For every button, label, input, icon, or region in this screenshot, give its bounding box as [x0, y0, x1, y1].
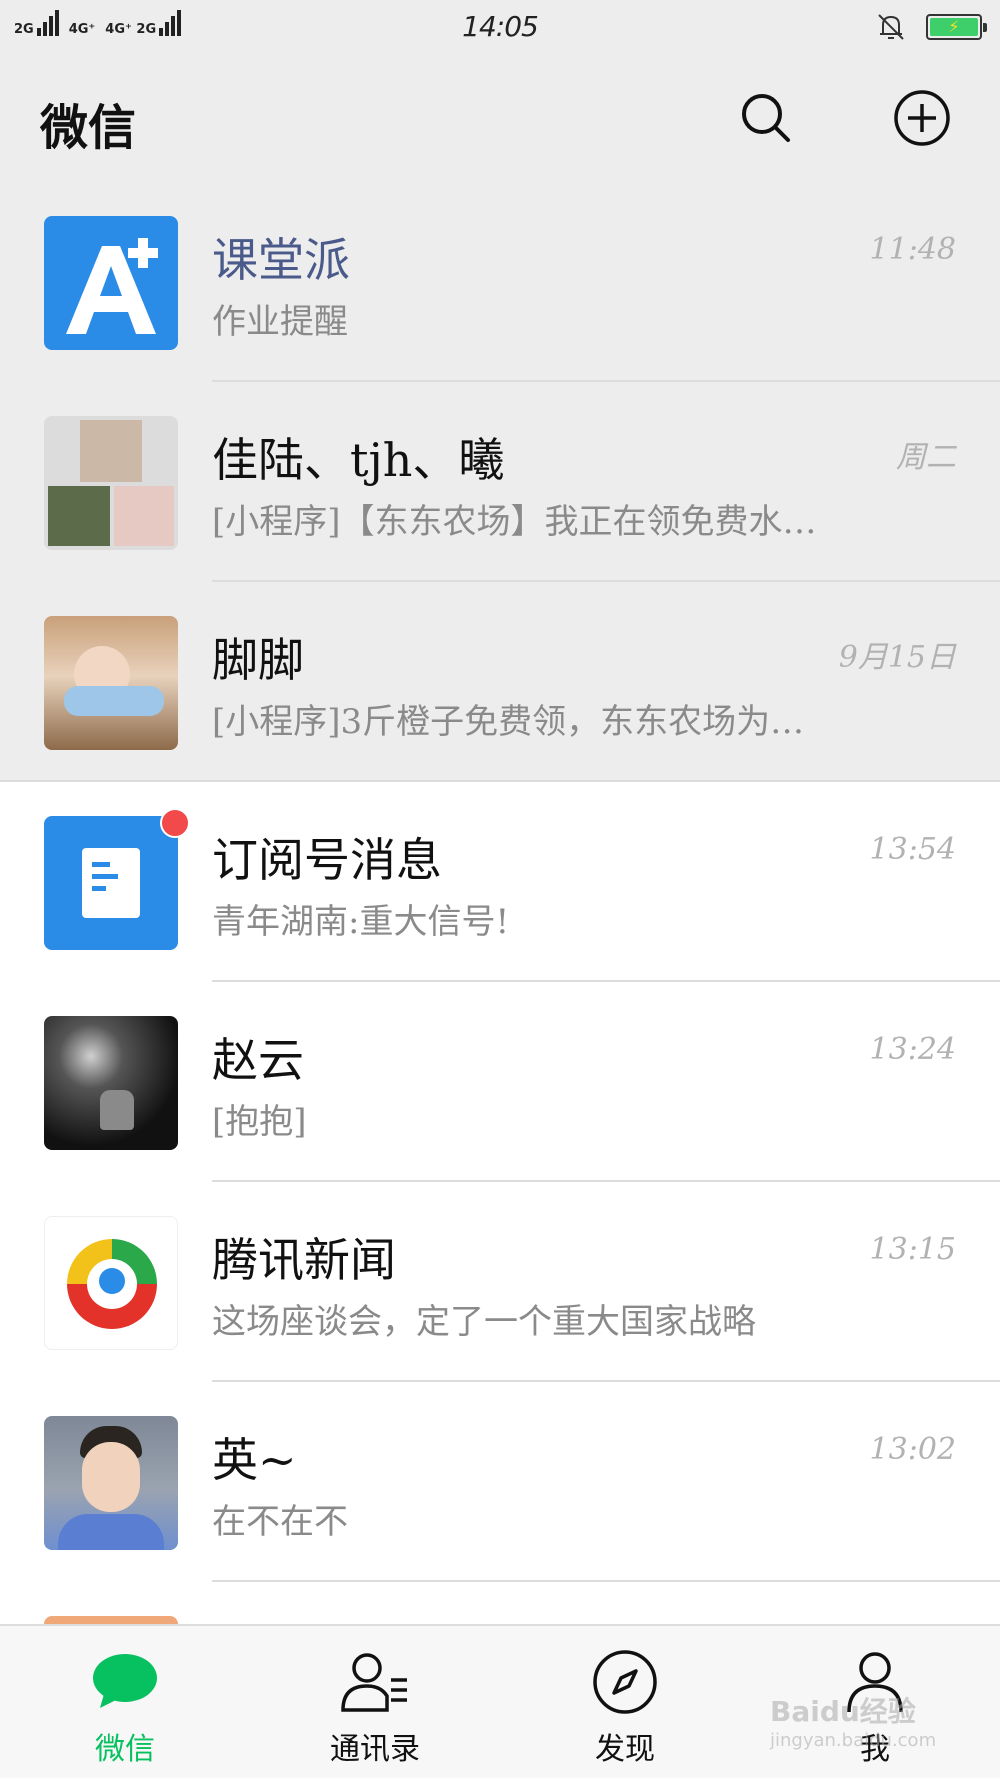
chat-time: 13:02: [869, 1432, 956, 1467]
chat-preview: [小程序]【东东农场】我正在领免费水…: [212, 502, 817, 542]
chat-name: 脚脚: [212, 633, 304, 687]
chat-preview: 作业提醒: [212, 302, 348, 342]
group-member-photo: [80, 420, 142, 482]
battery-fill: ⚡: [930, 18, 978, 36]
chat-preview: [抱抱]: [212, 1102, 307, 1142]
status-bar: 2G 4G⁺ 4G⁺ 2G 14:05 ⚡: [0, 0, 1000, 56]
chat-row[interactable]: 订阅号消息 青年湖南:重大信号! 13:54: [0, 782, 1000, 982]
chat-time: 11:48: [869, 232, 956, 267]
chat-bubble-icon: [93, 1654, 157, 1708]
plus-circle-icon: [894, 90, 950, 146]
chat-preview: [小程序]3斤橙子免费领，东东农场为…: [212, 702, 805, 742]
search-button[interactable]: [734, 86, 798, 150]
chat-preview: 这场座谈会，定了一个重大国家战略: [212, 1302, 756, 1342]
watermark-url: jingyan.baidu.com: [770, 1730, 937, 1751]
ketangpai-logo-icon: [44, 216, 178, 350]
subscription-icon: [44, 816, 178, 950]
tab-contacts[interactable]: 通讯录: [250, 1626, 500, 1778]
chat-row[interactable]: 课堂派 作业提醒 11:48: [0, 182, 1000, 382]
unread-badge: [160, 808, 190, 838]
chat-time: 周二: [896, 440, 956, 475]
chat-row[interactable]: 英~ 在不在不 13:02: [0, 1382, 1000, 1582]
chat-row[interactable]: 赵云 [抱抱] 13:24: [0, 982, 1000, 1182]
avatar-body: [64, 686, 164, 716]
page-title: 微信: [40, 100, 137, 156]
chat-row[interactable]: 腾讯新闻 这场座谈会，定了一个重大国家战略 13:15: [0, 1182, 1000, 1382]
photo-avatar-icon: [44, 1616, 178, 1624]
chat-row[interactable]: 佳陆、tjh、曦 [小程序]【东东农场】我正在领免费水… 周二: [0, 382, 1000, 582]
photo-avatar-icon: [44, 1016, 178, 1150]
group-member-photo: [48, 486, 110, 546]
chat-name: 课堂派: [212, 233, 350, 287]
tab-label: 发现: [595, 1732, 655, 1767]
avatar-figure: [100, 1090, 134, 1130]
chat-preview: 在不在不: [212, 1502, 348, 1542]
chat-preview: 青年湖南:重大信号!: [212, 902, 510, 942]
tencent-news-logo-icon: [44, 1216, 178, 1350]
watermark: Baidu经验: [770, 1695, 916, 1728]
status-time: 14:05: [462, 10, 539, 43]
chat-name: 腾讯新闻: [212, 1233, 396, 1287]
chat-name: 英~: [212, 1433, 297, 1487]
tab-chats[interactable]: 微信: [0, 1626, 250, 1778]
avatar-face: [82, 1442, 140, 1512]
wechat-screen: 2G 4G⁺ 4G⁺ 2G 14:05 ⚡ 微信 课堂派 作业提醒 11:48 …: [0, 0, 1000, 1778]
chat-time: 13:24: [869, 1032, 956, 1067]
photo-avatar-icon: [44, 1416, 178, 1550]
chat-name: 赵云: [212, 1033, 304, 1087]
chat-time: 13:15: [869, 1232, 956, 1267]
tab-label: 通讯录: [330, 1732, 420, 1767]
chat-row[interactable]: [0, 1582, 1000, 1624]
chat-list: 课堂派 作业提醒 11:48 佳陆、tjh、曦 [小程序]【东东农场】我正在领免…: [0, 182, 1000, 1624]
app-header: 微信: [0, 56, 1000, 182]
tab-label: 微信: [95, 1732, 155, 1767]
chat-time: 13:54: [869, 832, 956, 867]
photo-avatar-icon: [44, 616, 178, 750]
avatar-body: [58, 1514, 164, 1550]
chat-row[interactable]: 脚脚 [小程序]3斤橙子免费领，东东农场为… 9月15日: [0, 582, 1000, 782]
compass-icon: [593, 1650, 657, 1714]
chat-name: 订阅号消息: [212, 833, 442, 887]
bell-muted-icon: [878, 14, 904, 40]
contacts-icon: [341, 1653, 407, 1712]
search-icon: [742, 94, 790, 142]
chat-name: 佳陆、tjh、曦: [212, 433, 505, 487]
chat-time: 9月15日: [838, 640, 956, 675]
add-button[interactable]: [890, 86, 954, 150]
group-member-photo: [114, 486, 174, 546]
group-avatar-icon: [44, 416, 178, 550]
tab-discover[interactable]: 发现: [500, 1626, 750, 1778]
battery-icon: ⚡: [926, 14, 987, 40]
